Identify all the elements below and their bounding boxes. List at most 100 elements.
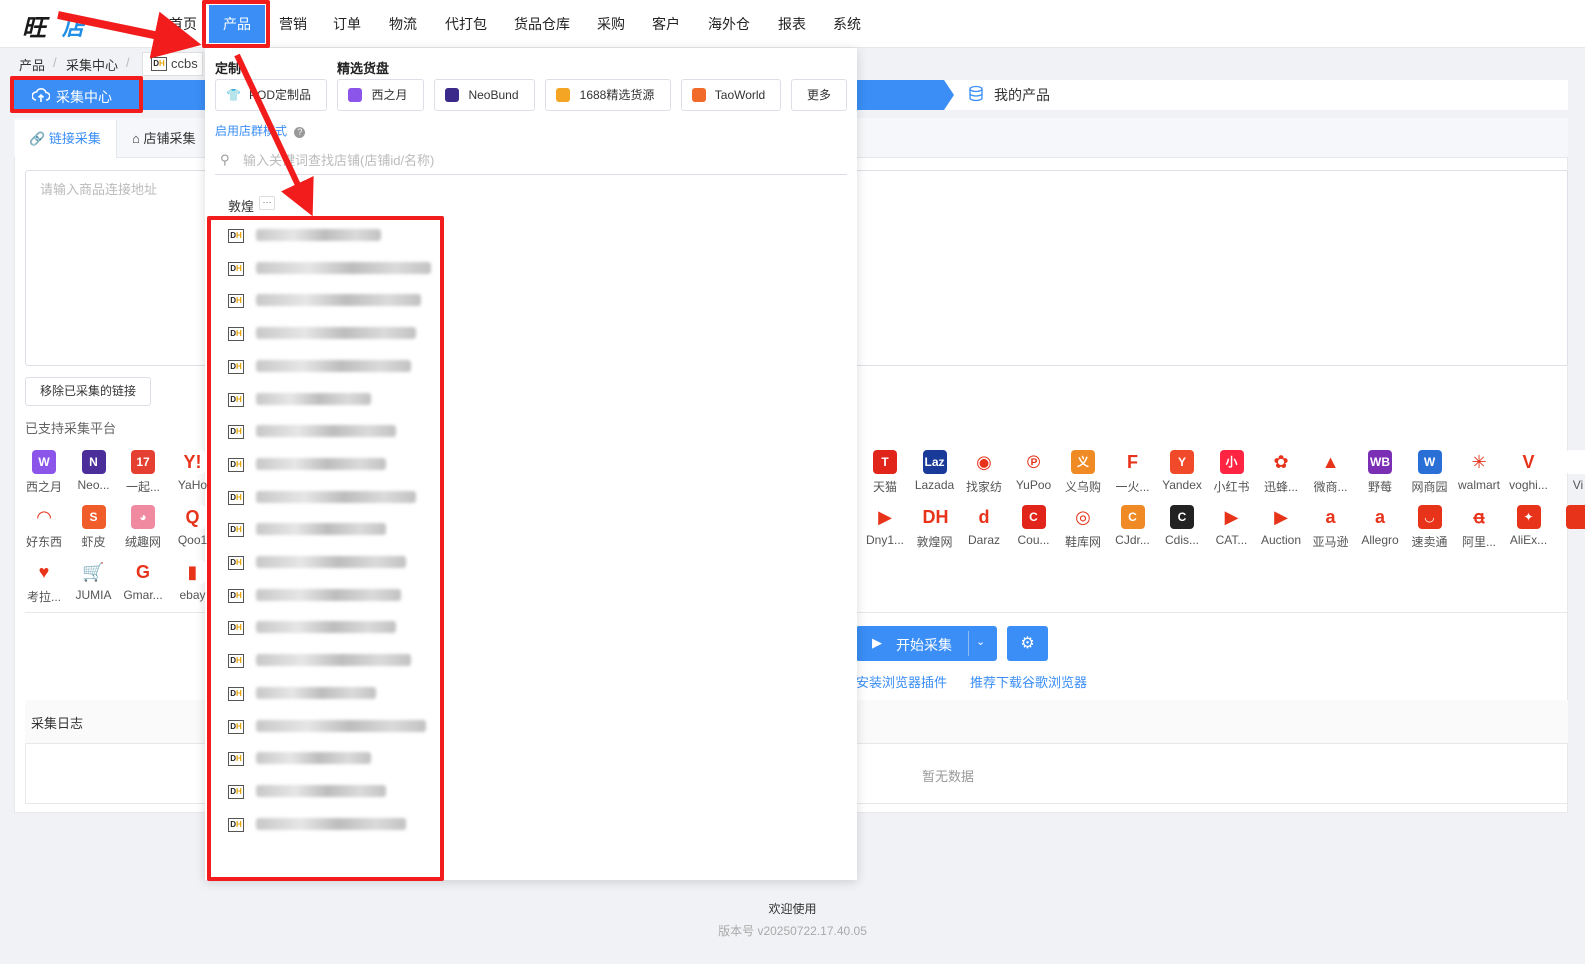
platform-item[interactable]: WB 野莓 — [1356, 450, 1404, 495]
pod-custom-button[interactable]: 👕 POD定制品 — [215, 79, 327, 111]
nav-customers[interactable]: 客户 — [645, 0, 687, 48]
platform-item[interactable]: ✿ 迅蜂... — [1257, 450, 1305, 495]
platform-item[interactable]: S 虾皮 — [70, 505, 118, 550]
logo-mark: 旺 — [22, 13, 46, 42]
platform-item[interactable]: ▶ CAT... — [1208, 505, 1256, 547]
platforms-title: 已支持采集平台 — [25, 421, 117, 436]
nav-warehouse[interactable]: 货品仓库 — [508, 0, 576, 48]
help-icon[interactable]: ? — [294, 127, 306, 138]
platform-item[interactable]: Laz Lazada — [911, 450, 959, 492]
platform-item[interactable]: T 天猫 — [861, 450, 909, 495]
gear-icon: ⚙ — [1020, 635, 1035, 652]
store-group-mode-link[interactable]: 启用店群模式 ? — [215, 122, 306, 139]
platform-name: YuPoo — [1015, 478, 1052, 492]
breadcrumb-collect-center[interactable]: 采集中心 — [66, 55, 118, 74]
platform-item[interactable]: d Daraz — [960, 505, 1008, 547]
platform-item[interactable]: ◕ 绒趣网 — [119, 505, 167, 550]
remove-collected-button[interactable]: 移除已采集的链接 — [25, 377, 151, 406]
settings-gear-button[interactable]: ⚙ — [1007, 626, 1048, 661]
nav-overseas[interactable]: 海外仓 — [701, 0, 757, 48]
tab-link-collect[interactable]: 🔗 链接采集 — [15, 120, 117, 158]
platform-item[interactable]: 小小红书 — [1208, 450, 1256, 495]
shirt-icon: 👕 — [226, 88, 241, 102]
split-divider — [968, 631, 969, 656]
open-tab[interactable]: DH ccbs — [142, 52, 203, 76]
breadcrumb-separator: / — [126, 55, 130, 70]
nav-reports[interactable]: 报表 — [771, 0, 813, 48]
nav-orders[interactable]: 订单 — [326, 0, 368, 48]
nav-purchase[interactable]: 采购 — [590, 0, 632, 48]
platform-item[interactable]: 🛒 JUMIA — [70, 560, 118, 602]
store-search-input[interactable]: 输入关键词查找店铺(店铺id/名称) — [215, 147, 847, 175]
platform-name: AliEx... — [1509, 533, 1548, 547]
platform-name: Cou... — [1017, 533, 1050, 547]
platform-item[interactable]: N Neo... — [70, 450, 118, 492]
download-chrome-link[interactable]: 推荐下载谷歌浏览器 — [970, 672, 1087, 691]
platform-item[interactable]: ✦ AliEx... — [1505, 505, 1553, 547]
platform-logo-icon: ◠ — [32, 505, 56, 529]
platform-item[interactable]: ✳ walmart — [1455, 450, 1503, 492]
platform-name: 小红书 — [1213, 480, 1250, 494]
platform-logo-icon: ▶ — [873, 505, 897, 529]
source-1688-button[interactable]: 1688精选货源 — [545, 79, 671, 111]
pod-label: POD定制品 — [248, 88, 311, 102]
platform-item[interactable]: DH 敦煌网 — [911, 505, 959, 550]
platform-item[interactable]: ▮ ebay — [169, 560, 217, 602]
platform-item[interactable]: Q Qoo1 — [169, 505, 217, 547]
platform-item[interactable]: ℗ YuPoo — [1010, 450, 1058, 492]
platform-logo-icon: Y — [1170, 450, 1194, 474]
xizhiyue-icon — [348, 88, 362, 102]
platform-name: JUMIA — [75, 588, 112, 602]
nav-system[interactable]: 系统 — [826, 0, 868, 48]
platform-item[interactable]: Vvoghi... — [1505, 450, 1553, 492]
platform-item[interactable]: W 西之月 — [20, 450, 68, 495]
platform-item[interactable]: ◉ 找家纺 — [960, 450, 1008, 495]
platform-item[interactable]: ꬰ 阿里... — [1455, 505, 1503, 550]
platform-item[interactable]: ◡ 速卖通 — [1406, 505, 1454, 550]
platform-logo-icon: Q — [180, 505, 205, 529]
platform-item[interactable]: a Allegro — [1356, 505, 1404, 547]
breadcrumb-product[interactable]: 产品 — [19, 55, 45, 74]
platform-item[interactable]: ♥ 考拉... — [20, 560, 68, 605]
source-label: 更多 — [806, 88, 831, 102]
install-extension-link[interactable]: 安装浏览器插件 — [856, 672, 947, 691]
platform-name: Daraz — [967, 533, 1000, 547]
platform-item[interactable]: ◠ 好东西 — [20, 505, 68, 550]
platform-item[interactable]: ◎ 鞋库网 — [1059, 505, 1107, 550]
app-logo[interactable]: 旺 店 — [22, 8, 104, 42]
chevron-down-icon[interactable]: ⌄ — [976, 635, 985, 648]
platform-item[interactable]: C Cou... — [1010, 505, 1058, 547]
platform-item[interactable]: Y Yandex — [1158, 450, 1206, 492]
start-collect-button[interactable]: ▶ 开始采集 ⌄ — [856, 626, 997, 661]
platform-item[interactable]: 义义乌购 — [1059, 450, 1107, 495]
platform-item[interactable]: Y! YaHo — [169, 450, 217, 492]
platform-item[interactable]: C Cdis... — [1158, 505, 1206, 547]
store-group-title: 敦煌 — [228, 199, 255, 214]
platform-name: Gmar... — [123, 588, 163, 602]
platform-name: 微商... — [1313, 480, 1348, 494]
platform-item[interactable]: a 亚马逊 — [1307, 505, 1355, 550]
nav-packing[interactable]: 代打包 — [438, 0, 494, 48]
platform-item[interactable]: ▲ 微商... — [1307, 450, 1355, 495]
platform-item[interactable] — [1554, 505, 1585, 533]
nav-home[interactable]: 首页 — [162, 0, 204, 48]
platform-name: 速卖通 — [1411, 535, 1448, 549]
nav-logistics[interactable]: 物流 — [382, 0, 424, 48]
platform-item[interactable]: ▶ Auction — [1257, 505, 1305, 547]
tab-store-collect[interactable]: ⌂ 店铺采集 — [120, 120, 210, 158]
platform-item[interactable]: C CJdr... — [1109, 505, 1157, 547]
source-more-button[interactable]: 更多 — [791, 79, 847, 111]
platform-item[interactable]: W 网商园 — [1406, 450, 1454, 495]
platform-name: 天猫 — [872, 480, 897, 494]
nav-marketing[interactable]: 营销 — [272, 0, 314, 48]
platform-item[interactable]: 17 一起... — [119, 450, 167, 495]
more-icon[interactable]: ··· — [259, 196, 275, 210]
source-taoworld-button[interactable]: TaoWorld — [681, 79, 781, 111]
source-neobund-button[interactable]: NeoBund — [434, 79, 535, 111]
platform-item[interactable]: Vi — [1554, 450, 1585, 492]
platform-item[interactable]: F 一火... — [1109, 450, 1157, 495]
platform-item[interactable]: G Gmar... — [119, 560, 167, 602]
source-xizhiyue-button[interactable]: 西之月 — [337, 79, 424, 111]
platform-item[interactable]: ▶ Dny1... — [861, 505, 909, 547]
step-my-products[interactable]: 我的产品 — [968, 85, 1050, 105]
